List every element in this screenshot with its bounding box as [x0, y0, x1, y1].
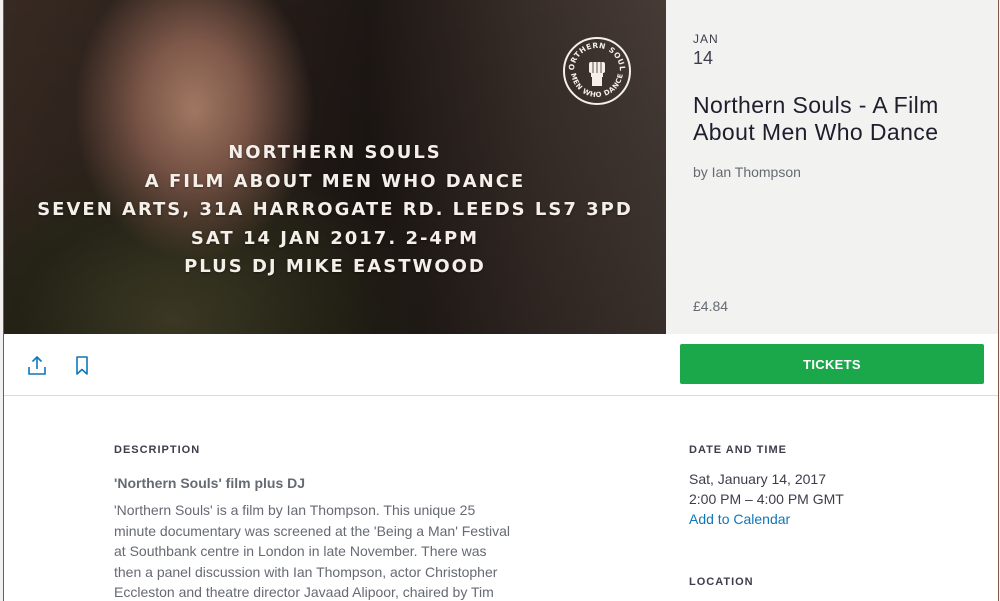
share-upload-icon [28, 355, 46, 375]
hero-line: A FILM ABOUT MEN WHO DANCE [144, 170, 526, 192]
description-heading: DESCRIPTION [114, 444, 201, 456]
date-time-heading: DATE AND TIME [689, 444, 787, 456]
hero-line: SAT 14 JAN 2017. 2-4PM [190, 227, 480, 249]
event-card: NORTHERN SOULS MEN WHO DANCE NORTHERN SO… [3, 0, 999, 601]
event-organizer[interactable]: by Ian Thompson [693, 164, 801, 180]
bookmark-button[interactable] [70, 354, 94, 378]
add-to-calendar-link[interactable]: Add to Calendar [689, 511, 790, 527]
description-line: then a panel discussion with Ian Thompso… [114, 563, 498, 580]
hero-line: NORTHERN SOULS [228, 142, 442, 163]
hero-text-block: NORTHERN SOULS A FILM ABOUT MEN WHO DANC… [4, 139, 666, 282]
hero-line: SEVEN ARTS, 31A HARROGATE RD. LEEDS LS7 … [37, 199, 633, 220]
share-button[interactable] [25, 354, 49, 378]
event-date: Sat, January 14, 2017 [689, 471, 826, 487]
description-line: 'Northern Souls' is a film by Ian Thomps… [114, 502, 476, 518]
description-line: Eccleston and theatre director Javaad Al… [114, 584, 494, 600]
event-time: 2:00 PM – 4:00 PM GMT [689, 491, 844, 507]
event-hero-image: NORTHERN SOULS MEN WHO DANCE NORTHERN SO… [4, 0, 666, 334]
event-month: JAN [693, 32, 719, 46]
event-title: Northern Souls - A Film About Men Who Da… [693, 92, 939, 145]
event-day: 14 [693, 48, 714, 68]
action-bar: TICKETS [4, 334, 998, 396]
event-summary-panel: JAN 14 Northern Souls - A Film About Men… [666, 0, 998, 334]
northern-souls-logo: NORTHERN SOULS MEN WHO DANCE [562, 36, 631, 105]
hero-line: PLUS DJ MIKE EASTWOOD [184, 256, 486, 277]
bookmark-icon [76, 356, 88, 375]
event-price: £4.84 [693, 298, 729, 314]
location-heading: LOCATION [689, 576, 754, 588]
tickets-button[interactable]: TICKETS [680, 344, 984, 384]
description-line: minute documentary was screened at the '… [114, 522, 510, 539]
raised-fist-icon [589, 62, 605, 86]
description-line: at Southbank centre in London in late No… [114, 543, 487, 559]
description-body: 'Northern Souls' is a film by Ian Thomps… [114, 500, 554, 601]
description-subtitle: 'Northern Souls' film plus DJ [114, 475, 306, 491]
